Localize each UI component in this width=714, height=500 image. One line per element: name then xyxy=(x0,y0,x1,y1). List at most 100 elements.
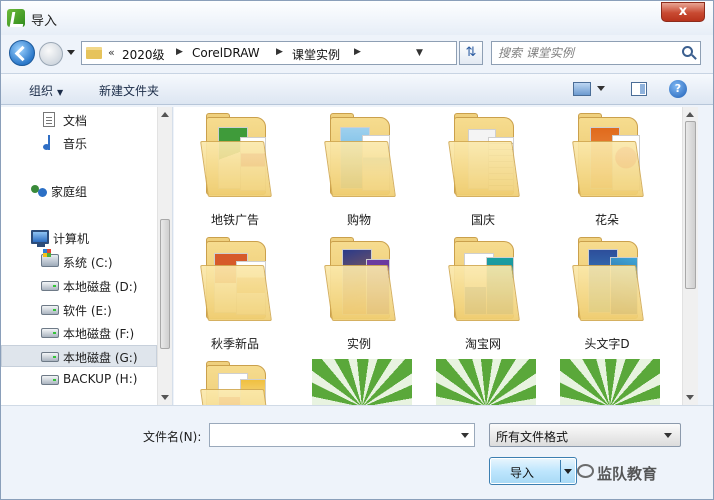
scrollbar-thumb[interactable] xyxy=(160,219,170,349)
refresh-button[interactable]: ⇅ xyxy=(459,41,483,65)
nav-item-computer[interactable]: 计算机 xyxy=(1,227,157,249)
nav-item-label: BACKUP (H:) xyxy=(63,372,137,386)
nav-item-drive-g[interactable]: 本地磁盘 (G:) xyxy=(1,345,157,367)
new-folder-button[interactable]: 新建文件夹 xyxy=(99,82,159,99)
nav-item-label: 本地磁盘 (F:) xyxy=(63,325,134,342)
drive-icon xyxy=(41,305,59,315)
folder-icon xyxy=(86,47,102,59)
back-button[interactable] xyxy=(9,40,35,66)
view-options-dropdown[interactable] xyxy=(597,86,605,91)
folder-front xyxy=(324,141,396,197)
chevron-down-icon[interactable] xyxy=(461,433,469,438)
help-icon[interactable]: ? xyxy=(669,80,687,98)
folder-item[interactable]: 地铁广告 xyxy=(180,111,290,231)
nav-item-label: 音乐 xyxy=(63,135,87,152)
search-box[interactable] xyxy=(491,41,701,65)
address-bar[interactable]: « 2020级 ▶ CorelDRAW ▶ 课堂实例 ▶ ▼ xyxy=(81,41,457,65)
folder-item[interactable]: 购物 xyxy=(304,111,414,231)
nav-item-documents[interactable]: 文档 xyxy=(1,109,157,131)
folder-item[interactable]: 花朵 xyxy=(552,111,662,231)
preview-pane-icon[interactable] xyxy=(631,82,647,96)
breadcrumb-separator-icon[interactable]: ▶ xyxy=(176,47,183,57)
image-item[interactable] xyxy=(560,359,670,405)
nav-item-drive-f[interactable]: 本地磁盘 (F:) xyxy=(1,322,157,344)
breadcrumb-separator-icon[interactable]: ▶ xyxy=(354,47,361,57)
folder-item[interactable]: 淘宝网 xyxy=(428,235,538,355)
import-options-dropdown-icon[interactable] xyxy=(564,469,572,474)
nav-item-drive-c[interactable]: 系统 (C:) xyxy=(1,251,157,273)
search-icon[interactable] xyxy=(682,46,693,57)
music-icon xyxy=(43,135,57,150)
nav-item-drive-d[interactable]: 本地磁盘 (D:) xyxy=(1,275,157,297)
file-list-scrollbar[interactable] xyxy=(682,107,698,405)
navigation-bar: « 2020级 ▶ CorelDRAW ▶ 课堂实例 ▶ ▼ ⇅ xyxy=(1,35,713,71)
breadcrumb-item[interactable]: 2020级 xyxy=(122,46,165,63)
window-title: 导入 xyxy=(31,10,57,29)
file-label: 购物 xyxy=(304,211,414,228)
filename-combobox[interactable] xyxy=(209,423,475,447)
nav-item-label: 本地磁盘 (G:) xyxy=(63,349,138,366)
computer-icon xyxy=(31,230,49,244)
import-button[interactable]: 导入 xyxy=(489,457,577,485)
nav-item-music[interactable]: 音乐 xyxy=(1,132,157,154)
folder-item[interactable]: 实例 xyxy=(304,235,414,355)
file-label: 淘宝网 xyxy=(428,335,538,352)
watermark: 监队教育 xyxy=(597,463,657,484)
close-button[interactable]: x xyxy=(661,2,705,22)
file-label: 国庆 xyxy=(428,211,538,228)
overflow-chevrons[interactable]: « xyxy=(108,46,115,59)
file-label: 实例 xyxy=(304,335,414,352)
breadcrumb-separator-icon[interactable]: ▶ xyxy=(276,47,283,57)
file-label: 秋季新品 xyxy=(180,335,290,352)
nav-pane-scrollbar[interactable] xyxy=(157,107,172,405)
organize-label: 组织 xyxy=(29,84,53,98)
image-item[interactable] xyxy=(312,359,422,405)
command-toolbar: 组织 ▼ 新建文件夹 ? xyxy=(1,73,713,105)
chevron-down-icon: ▼ xyxy=(57,88,63,97)
folder-item[interactable]: 国庆 xyxy=(428,111,538,231)
folder-front xyxy=(200,265,272,321)
scroll-down-arrow-icon[interactable] xyxy=(161,395,169,400)
organize-button[interactable]: 组织 ▼ xyxy=(29,82,63,99)
drive-icon xyxy=(41,328,59,338)
import-dialog: 导入 x « 2020级 ▶ CorelDRAW ▶ 课堂实例 ▶ ▼ ⇅ 组织… xyxy=(0,0,714,500)
search-input[interactable] xyxy=(498,45,668,61)
folder-front xyxy=(572,141,644,197)
nav-item-homegroup[interactable]: 家庭组 xyxy=(1,180,157,202)
watermark-text: 监队教育 xyxy=(597,465,657,483)
forward-button[interactable] xyxy=(39,42,63,66)
breadcrumb-item[interactable]: CorelDRAW xyxy=(192,46,260,60)
folder-item[interactable]: 秋季新品 xyxy=(180,235,290,355)
file-type-select[interactable]: 所有文件格式 xyxy=(489,423,681,447)
folder-item[interactable]: 头文字D xyxy=(552,235,662,355)
image-item[interactable] xyxy=(436,359,546,405)
scroll-up-arrow-icon[interactable] xyxy=(161,112,169,117)
recent-pages-dropdown[interactable] xyxy=(67,50,75,55)
nav-item-label: 计算机 xyxy=(53,230,89,247)
folder-front xyxy=(200,389,272,405)
change-view-icon[interactable] xyxy=(573,82,591,96)
scrollbar-thumb[interactable] xyxy=(685,121,696,289)
scroll-down-arrow-icon[interactable] xyxy=(686,395,694,400)
nav-item-label: 本地磁盘 (D:) xyxy=(63,278,137,295)
filename-label: 文件名(N): xyxy=(143,428,201,445)
nav-item-drive-e[interactable]: 软件 (E:) xyxy=(1,299,157,321)
import-label: 导入 xyxy=(510,464,534,481)
file-type-value: 所有文件格式 xyxy=(496,428,568,445)
breadcrumb-item[interactable]: 课堂实例 xyxy=(292,46,340,63)
file-label: 头文字D xyxy=(552,335,662,352)
document-icon xyxy=(43,112,55,127)
nav-item-label: 系统 (C:) xyxy=(63,254,113,271)
nav-item-drive-h[interactable]: BACKUP (H:) xyxy=(1,369,157,391)
nav-item-label: 软件 (E:) xyxy=(63,302,112,319)
file-label: 花朵 xyxy=(552,211,662,228)
drive-icon xyxy=(41,281,59,291)
filename-input[interactable] xyxy=(214,427,454,443)
coreldraw-app-icon xyxy=(7,9,25,27)
split-divider xyxy=(560,460,561,482)
chevron-down-icon[interactable]: ▼ xyxy=(416,48,423,58)
scroll-up-arrow-icon[interactable] xyxy=(686,112,694,117)
file-label: 地铁广告 xyxy=(180,211,290,228)
system-drive-icon xyxy=(41,254,59,267)
folder-item[interactable] xyxy=(180,359,290,405)
